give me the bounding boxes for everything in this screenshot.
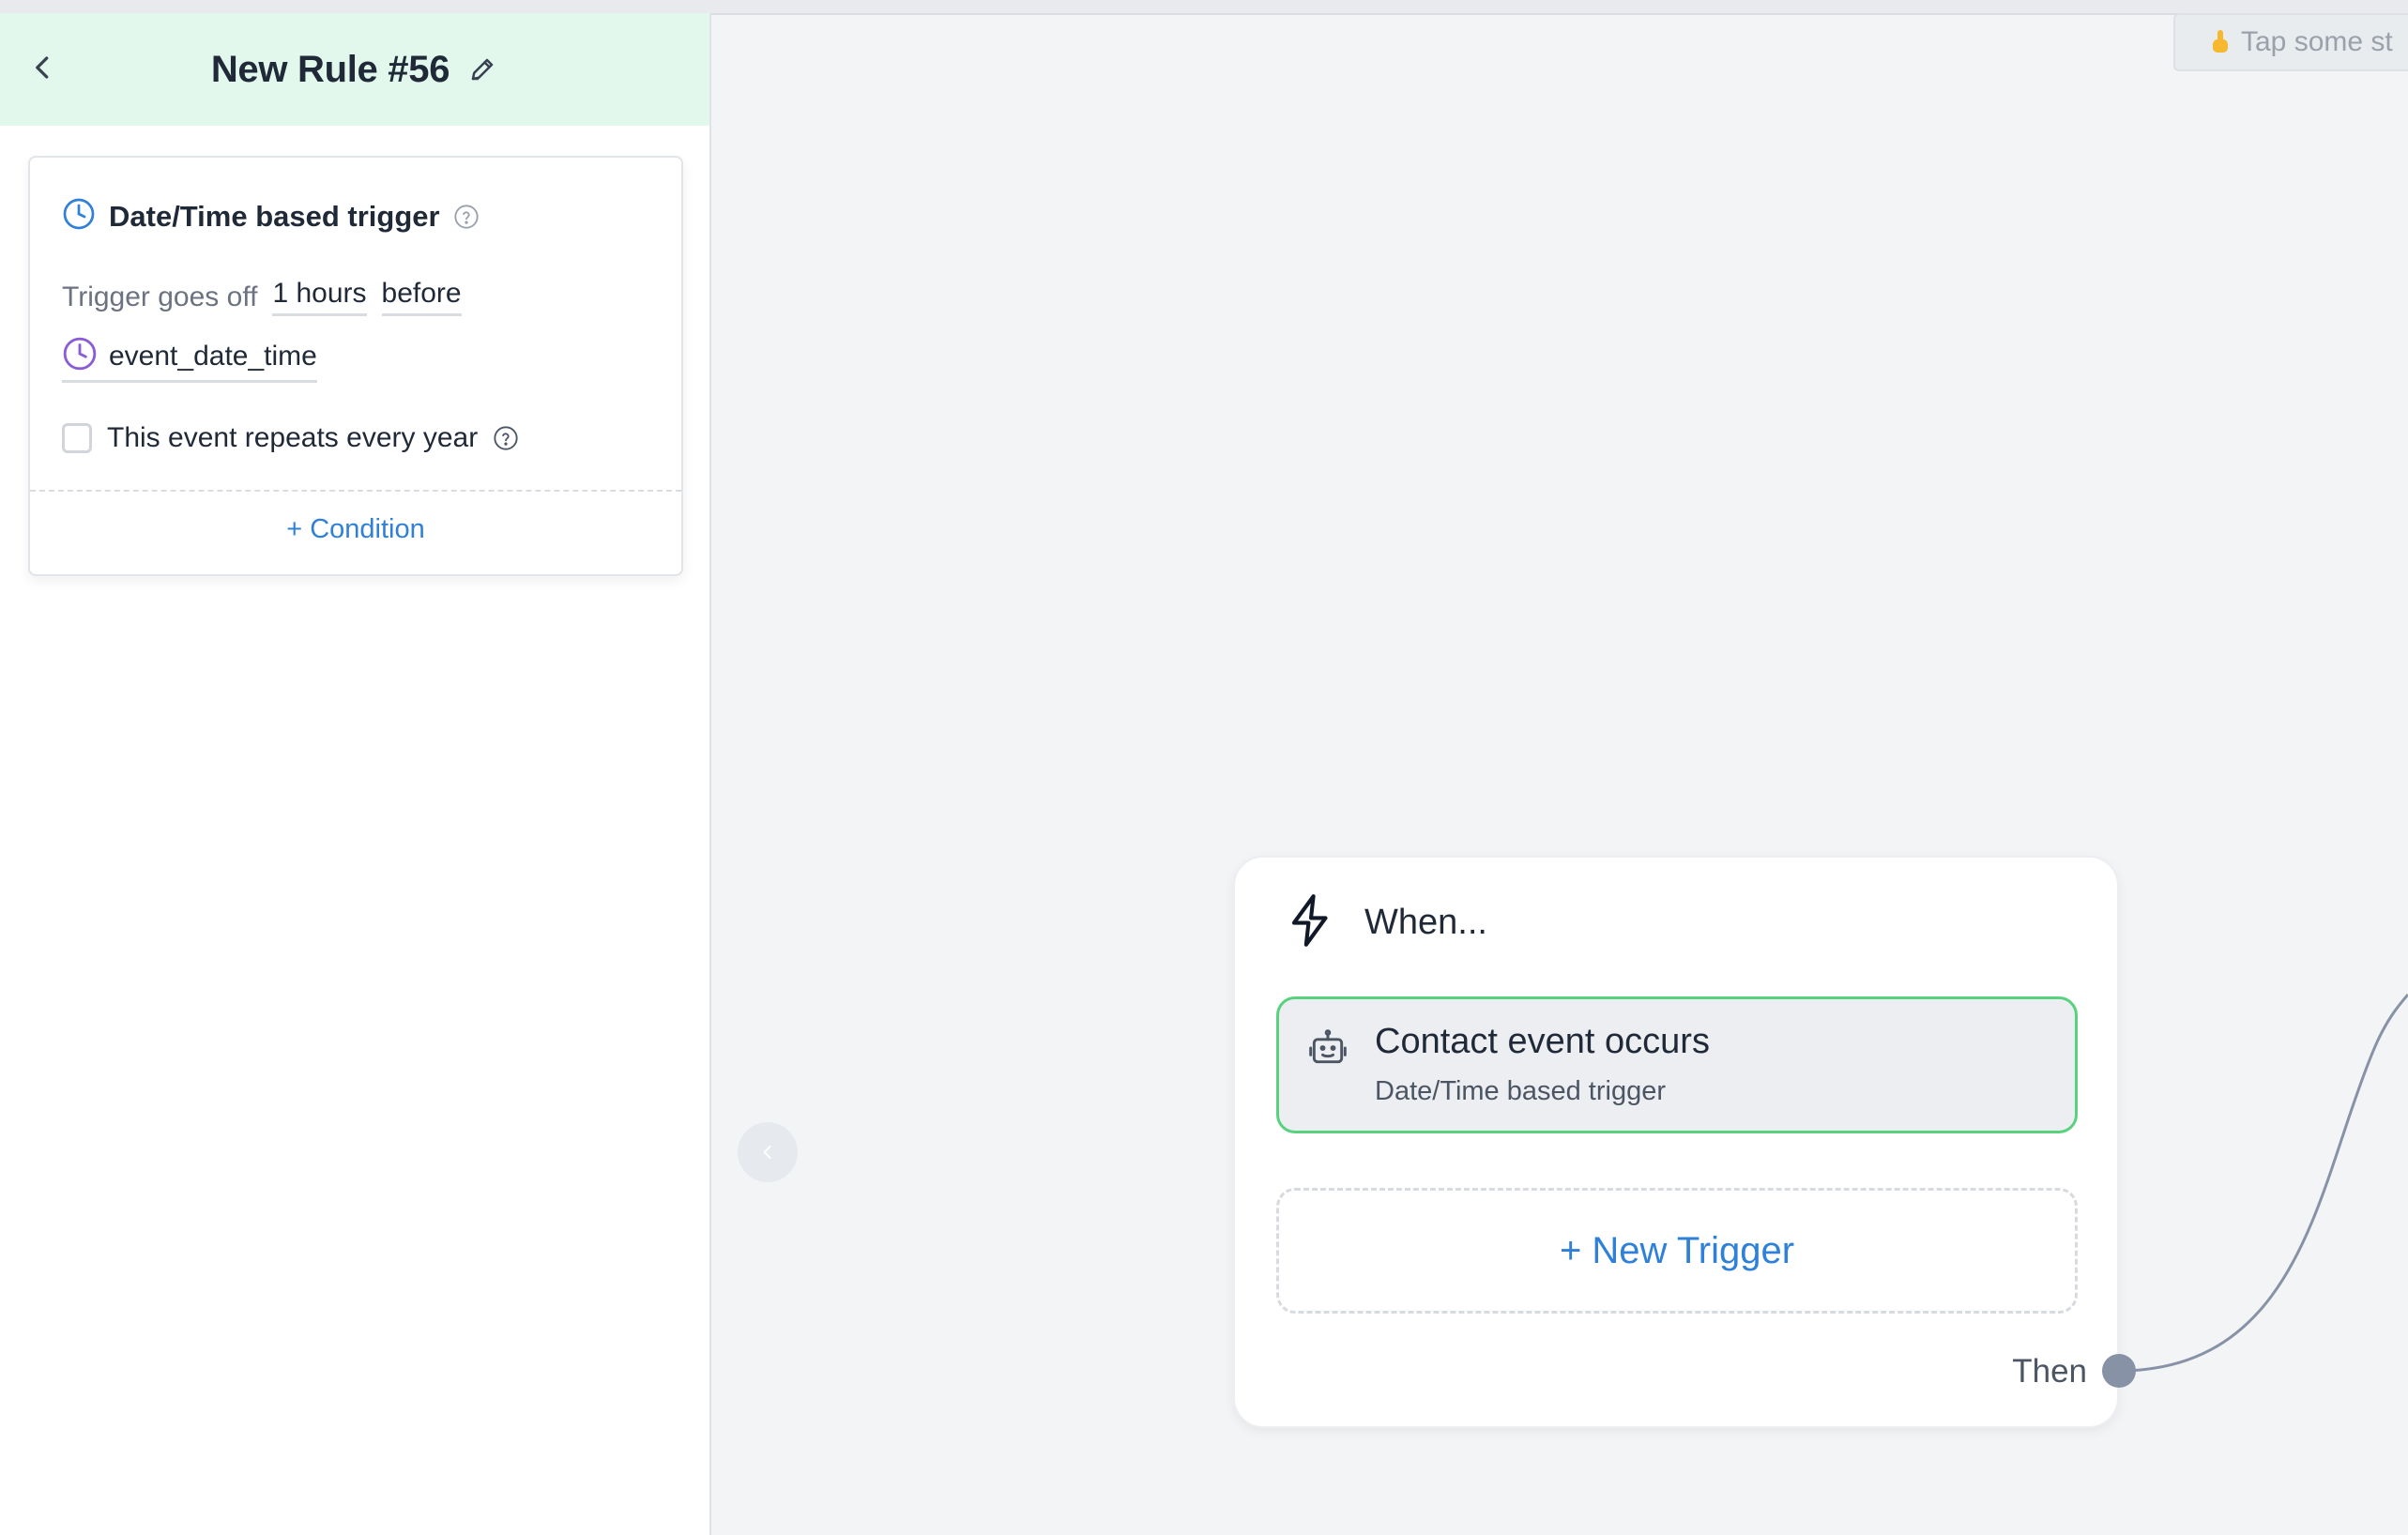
rule-title: New Rule #56 bbox=[210, 48, 450, 90]
card-title-row: Date/Time based trigger bbox=[62, 197, 480, 236]
event-title: Contact event occurs bbox=[1375, 1022, 1710, 1061]
robot-icon bbox=[1307, 1027, 1349, 1069]
when-header: When... bbox=[1282, 891, 1487, 954]
repeat-yearly-checkbox[interactable] bbox=[62, 423, 92, 453]
collapse-sidebar-button[interactable] bbox=[738, 1122, 798, 1182]
contact-event-trigger[interactable]: Contact event occurs Date/Time based tri… bbox=[1276, 996, 2078, 1133]
when-title: When... bbox=[1364, 903, 1487, 942]
trigger-card: Date/Time based trigger Trigger goes off… bbox=[28, 156, 683, 576]
trigger-label: Trigger goes off bbox=[62, 281, 258, 312]
back-icon bbox=[36, 56, 49, 79]
tip-banner: Tap some st bbox=[2173, 13, 2408, 71]
pencil-icon[interactable] bbox=[466, 53, 498, 85]
back-button[interactable] bbox=[24, 49, 62, 86]
add-condition-button[interactable]: + Condition bbox=[30, 514, 681, 545]
trigger-card-title: Date/Time based trigger bbox=[109, 199, 440, 233]
repeat-yearly-row: This event repeats every year bbox=[62, 422, 519, 454]
help-icon[interactable] bbox=[453, 204, 480, 230]
event-subtitle: Date/Time based trigger bbox=[1375, 1076, 1667, 1106]
tip-text: Tap some st bbox=[2241, 26, 2393, 57]
new-trigger-button[interactable]: + New Trigger bbox=[1276, 1188, 2078, 1314]
clock-icon bbox=[62, 197, 96, 236]
date-field-clock-icon bbox=[62, 336, 98, 376]
rule-title-row: New Rule #56 bbox=[0, 13, 709, 126]
pointing-hand-icon bbox=[2209, 28, 2232, 56]
chevron-left-icon bbox=[763, 1146, 771, 1159]
sidebar-header: New Rule #56 bbox=[0, 13, 709, 126]
then-label: Then bbox=[2012, 1353, 2087, 1390]
repeat-help-icon[interactable] bbox=[493, 425, 519, 451]
repeat-yearly-label: This event repeats every year bbox=[107, 422, 479, 453]
when-trigger-node: When... Contact event occurs Date/Time b… bbox=[1233, 856, 2119, 1428]
card-divider bbox=[30, 490, 681, 492]
date-field-select[interactable]: event_date_time bbox=[62, 336, 317, 383]
rule-sidebar: New Rule #56 Date/Time based trigger Tri… bbox=[0, 13, 711, 1535]
offset-direction-select[interactable]: before bbox=[381, 278, 462, 316]
offset-value-select[interactable]: 1 hours bbox=[272, 278, 367, 316]
trigger-timing-row: Trigger goes off 1 hours before bbox=[62, 278, 462, 316]
date-field-label: event_date_time bbox=[109, 340, 317, 372]
lightning-icon bbox=[1282, 891, 1340, 954]
then-connector-handle[interactable] bbox=[2102, 1354, 2136, 1388]
